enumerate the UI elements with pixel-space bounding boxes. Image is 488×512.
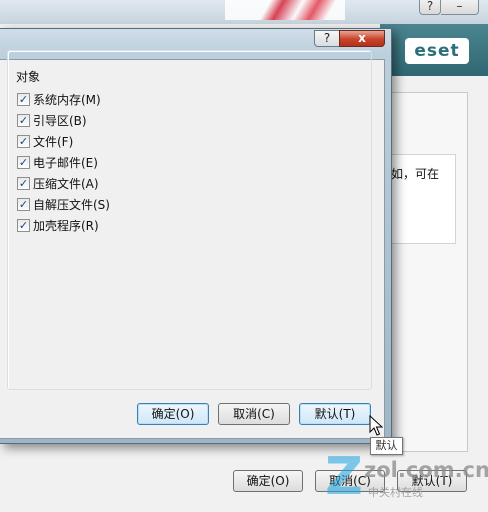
checkbox-label: 引导区(B) <box>33 114 87 128</box>
checkbox-packers[interactable]: ✓ 加壳程序(R) <box>17 217 99 234</box>
background-panel <box>386 92 468 452</box>
default-button-tooltip: 默认 <box>370 437 403 455</box>
checkbox-checked-icon[interactable]: ✓ <box>17 93 30 106</box>
checkbox-self-extracting[interactable]: ✓ 自解压文件(S) <box>17 196 110 213</box>
background-partial-text: 如，可在 <box>391 167 440 181</box>
checkbox-checked-icon[interactable]: ✓ <box>17 114 30 127</box>
checkbox-label: 加壳程序(R) <box>33 219 99 233</box>
checkbox-checked-icon[interactable]: ✓ <box>17 135 30 148</box>
checkbox-system-memory[interactable]: ✓ 系统内存(M) <box>17 91 101 108</box>
checkbox-archives[interactable]: ✓ 压缩文件(A) <box>17 175 99 192</box>
zol-watermark-subtitle: 中关村在线 <box>368 486 423 499</box>
desktop-wallpaper-fragment <box>225 0 345 20</box>
zol-watermark-icon: Z <box>325 447 363 507</box>
background-help-button[interactable]: ? <box>419 0 441 15</box>
checkbox-files[interactable]: ✓ 文件(F) <box>17 133 73 150</box>
dialog-ok-button[interactable]: 确定(O) <box>137 403 209 425</box>
dialog-cancel-button[interactable]: 取消(C) <box>218 403 290 425</box>
checkbox-label: 自解压文件(S) <box>33 198 110 212</box>
checkbox-checked-icon[interactable]: ✓ <box>17 156 30 169</box>
background-ok-button[interactable]: 确定(O) <box>233 470 303 492</box>
checkbox-label: 文件(F) <box>33 135 74 149</box>
checkbox-label: 系统内存(M) <box>33 93 101 107</box>
objects-group-title: 对象 <box>14 68 43 85</box>
checkbox-boot-sector[interactable]: ✓ 引导区(B) <box>17 112 87 129</box>
checkbox-label: 电子邮件(E) <box>33 156 98 170</box>
background-titlebar <box>0 0 488 24</box>
background-minimize-button[interactable]: – <box>441 0 479 15</box>
checkbox-checked-icon[interactable]: ✓ <box>17 198 30 211</box>
dialog-close-button[interactable]: x <box>339 30 385 47</box>
dialog-help-button[interactable]: ? <box>314 30 340 47</box>
zol-watermark-logo: zol.com.cn <box>364 458 488 482</box>
dialog-default-button[interactable]: 默认(T) <box>299 403 371 425</box>
eset-logo: eset <box>405 38 469 64</box>
checkbox-label: 压缩文件(A) <box>33 177 99 191</box>
checkbox-email[interactable]: ✓ 电子邮件(E) <box>17 154 98 171</box>
checkbox-checked-icon[interactable]: ✓ <box>17 219 30 232</box>
mouse-cursor-icon <box>369 415 383 436</box>
checkbox-checked-icon[interactable]: ✓ <box>17 177 30 190</box>
